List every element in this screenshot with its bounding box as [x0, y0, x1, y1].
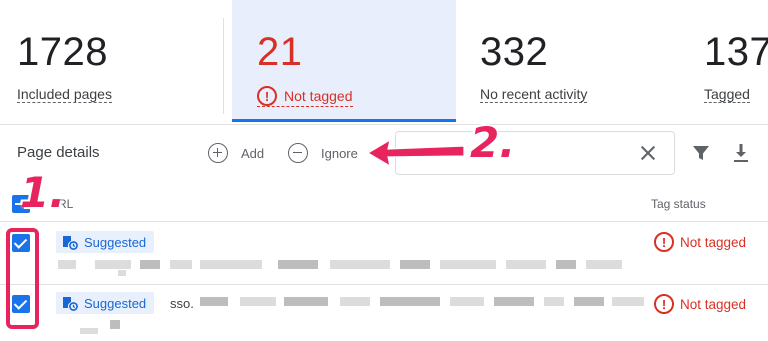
filter-icon[interactable]: [693, 145, 709, 161]
tag-icon: [63, 236, 78, 250]
stat-card-no-recent-activity[interactable]: 332 No recent activity: [456, 0, 676, 122]
divider: [0, 221, 768, 222]
highlight-box: [6, 228, 39, 329]
ignore-button[interactable]: Ignore: [288, 140, 358, 166]
divider: [223, 18, 224, 114]
annotation-number: 2.: [470, 118, 516, 167]
stat-card-not-tagged[interactable]: 21 ! Not tagged: [232, 0, 456, 122]
add-button[interactable]: Add: [208, 140, 264, 166]
tag-status: ! Not tagged: [654, 232, 746, 252]
tag-status-label: Not tagged: [680, 234, 747, 250]
chip-label: Suggested: [84, 295, 147, 311]
stat-value: 1728: [17, 30, 108, 74]
stat-label-wrapper: ! Not tagged: [257, 86, 353, 107]
stat-card-tagged[interactable]: 137 Tagged: [680, 0, 768, 122]
suggested-chip: Suggested: [56, 231, 155, 253]
download-icon[interactable]: [732, 143, 750, 163]
error-icon: !: [654, 294, 674, 314]
suggested-chip: Suggested: [56, 292, 155, 314]
tag-icon: [63, 297, 78, 311]
stat-value: 21: [257, 30, 303, 74]
error-icon: !: [257, 86, 277, 106]
column-header-tag-status[interactable]: Tag status: [651, 197, 706, 211]
stat-value: 332: [480, 30, 549, 74]
stat-label: Included pages: [17, 86, 112, 103]
remove-circle-icon: [288, 143, 308, 163]
error-icon: !: [654, 232, 674, 252]
add-button-label: Add: [241, 145, 265, 161]
tag-status-label: Not tagged: [680, 296, 747, 312]
stat-label: No recent activity: [480, 86, 588, 103]
section-title: Page details: [17, 144, 100, 161]
ignore-button-label: Ignore: [321, 145, 358, 161]
chip-label: Suggested: [84, 234, 147, 250]
annotation-number: 1.: [20, 168, 66, 217]
tag-status: ! Not tagged: [654, 294, 746, 314]
stat-value: 137: [704, 30, 768, 74]
clear-icon[interactable]: [638, 143, 658, 163]
stat-card-included-pages[interactable]: 1728 Included pages: [0, 0, 222, 122]
divider: [0, 124, 768, 125]
url-prefix: sso.: [170, 296, 194, 311]
stat-label: Not tagged: [284, 88, 353, 104]
divider: [0, 284, 768, 285]
stat-label: Tagged: [704, 86, 750, 103]
add-circle-icon: [208, 143, 228, 163]
annotation-arrow: [366, 138, 465, 168]
